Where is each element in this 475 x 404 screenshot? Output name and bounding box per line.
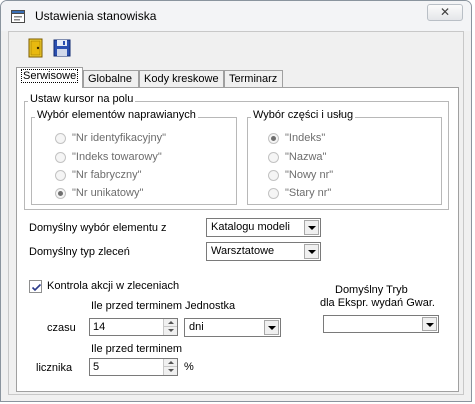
default-element-label: Domyślny wybór elementu z	[29, 222, 167, 234]
action-control-label: Kontrola akcji w zleceniach	[47, 280, 180, 292]
radio-button[interactable]	[55, 170, 66, 181]
default-element-select[interactable]: Katalogu modeli	[206, 218, 321, 237]
radio-button[interactable]	[268, 188, 279, 199]
door-exit-icon[interactable]	[25, 37, 47, 59]
radio-button[interactable]	[55, 133, 66, 144]
tab-globalne[interactable]: Globalne	[83, 70, 139, 87]
close-button[interactable]: ✕	[427, 4, 463, 21]
radio-label: "Nr unikatowy"	[72, 187, 144, 199]
unit-select[interactable]: dni	[184, 318, 281, 337]
issue-mode-label-line2: dla Ekspr. wydań Gwar.	[320, 297, 435, 309]
chevron-down-icon[interactable]	[422, 317, 437, 331]
unit-label: Jednostka	[185, 300, 236, 312]
radio-button[interactable]	[268, 133, 279, 144]
radio-label: "Stary nr"	[285, 187, 332, 199]
radio-label: "Nazwa"	[285, 151, 327, 163]
radio-label: "Nr identyfikacyjny"	[72, 132, 167, 144]
spin-up-icon[interactable]	[163, 319, 177, 327]
percent-label: %	[184, 361, 194, 373]
spin-down-icon[interactable]	[163, 367, 177, 375]
tab-kody-kreskowe[interactable]: Kody kreskowe	[139, 70, 224, 87]
radio-label: "Indeks towarowy"	[72, 151, 162, 163]
chevron-down-icon[interactable]	[304, 220, 319, 235]
counter-label: licznika	[36, 362, 73, 374]
action-control-checkbox[interactable]	[29, 280, 42, 293]
before-term-label-2: Ile przed terminem	[91, 343, 183, 355]
elements-group-label: Wybór elementów naprawianych	[35, 109, 198, 121]
time-value: 14	[93, 321, 106, 333]
time-label: czasu	[47, 322, 76, 334]
counter-value: 5	[93, 361, 100, 373]
dialog-window: Ustawienia stanowiska ✕ Serwisowe Global…	[0, 0, 472, 402]
chevron-down-icon[interactable]	[304, 244, 319, 259]
counter-stepper[interactable]: 5	[89, 358, 178, 376]
radio-label: "Nowy nr"	[285, 169, 334, 181]
radio-label: "Nr fabryczny"	[72, 169, 142, 181]
spin-down-icon[interactable]	[163, 327, 177, 335]
tab-panel: Ustaw kursor na polu Wybór elementów nap…	[16, 87, 459, 392]
title-bar[interactable]: Ustawienia stanowiska ✕	[1, 1, 471, 31]
chevron-down-icon[interactable]	[264, 320, 279, 335]
spin-up-icon[interactable]	[163, 359, 177, 367]
app-icon	[11, 10, 25, 23]
tab-terminarz[interactable]: Terminarz	[224, 70, 283, 87]
radio-button[interactable]	[268, 170, 279, 181]
issue-mode-label-line1: Domyślny Tryb	[335, 284, 408, 296]
default-order-type-select[interactable]: Warsztatowe	[206, 242, 321, 261]
default-element-value: Katalogu modeli	[211, 221, 290, 233]
radio-button[interactable]	[55, 188, 66, 199]
radio-button[interactable]	[55, 152, 66, 163]
unit-value: dni	[189, 321, 204, 333]
checkmark-icon	[31, 283, 42, 292]
issue-mode-select[interactable]	[323, 315, 439, 333]
time-stepper[interactable]: 14	[89, 318, 178, 336]
floppy-save-icon[interactable]	[51, 37, 73, 59]
tab-serwisowe[interactable]: Serwisowe	[16, 67, 83, 88]
radio-button[interactable]	[268, 152, 279, 163]
default-order-type-value: Warsztatowe	[211, 245, 275, 257]
default-order-type-label: Domyślny typ zleceń	[29, 246, 130, 258]
before-term-label: Ile przed terminem	[91, 300, 183, 312]
radio-label: "Indeks"	[285, 132, 326, 144]
cursor-group-label: Ustaw kursor na polu	[28, 93, 136, 105]
window-title: Ustawienia stanowiska	[35, 9, 157, 23]
parts-group-label: Wybór części i usług	[251, 109, 356, 121]
